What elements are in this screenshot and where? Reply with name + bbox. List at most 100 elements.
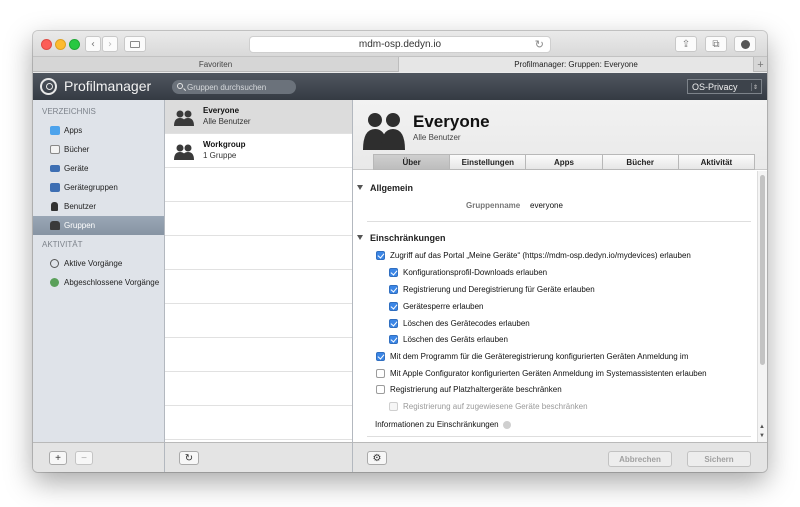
sidebar-item-devices[interactable]: Geräte	[33, 159, 164, 178]
group-name-label: Gruppenname	[466, 201, 521, 210]
sidebar-item-active-tasks[interactable]: Aktive Vorgänge	[33, 254, 164, 273]
group-list-footer: ↻	[165, 442, 353, 472]
tab-activity[interactable]: Aktivität	[678, 154, 756, 170]
checkbox[interactable]	[389, 302, 398, 311]
sidebar-item-books[interactable]: Bücher	[33, 140, 164, 159]
check-icon	[50, 278, 59, 287]
close-window-button[interactable]	[41, 39, 52, 50]
section-heading: Einschränkungen	[370, 233, 446, 243]
vertical-scrollbar[interactable]: ▲ ▼	[757, 171, 767, 442]
browser-window: ‹ › mdm-osp.dedyn.io ↻ ⇪ ⧉ Favoriten Pro…	[33, 31, 767, 472]
select-arrows-icon: ⇕	[751, 83, 759, 91]
restrictions-info[interactable]: Informationen zu Einschränkungen	[375, 420, 511, 429]
tab-apps[interactable]: Apps	[526, 154, 603, 170]
option-assigned-devices: Registrierung auf zugewiesene Geräte bes…	[389, 402, 588, 411]
cancel-button[interactable]: Abbrechen	[608, 451, 672, 467]
detail-subtitle: Alle Benutzer	[413, 133, 461, 142]
empty-row	[165, 406, 352, 440]
downloads-button[interactable]	[734, 36, 756, 52]
checkbox[interactable]	[376, 352, 385, 361]
group-subtitle: Alle Benutzer	[203, 117, 251, 126]
remove-button[interactable]: −	[75, 451, 93, 465]
add-button[interactable]: +	[49, 451, 67, 465]
tabs-overview-button[interactable]: ⧉	[705, 36, 727, 52]
address-bar[interactable]: mdm-osp.dedyn.io ↻	[249, 36, 551, 53]
divider	[367, 436, 751, 437]
sidebar-section-directory: VERZEICHNIS	[42, 107, 96, 116]
list-item-everyone[interactable]: Everyone Alle Benutzer	[165, 100, 352, 134]
detail-footer: ⚙ Abbrechen Sichern	[353, 442, 767, 472]
refresh-button[interactable]: ↻	[179, 451, 199, 465]
sidebar-section-activity: AKTIVITÄT	[42, 240, 83, 249]
option-dep-login[interactable]: Mit dem Programm für die Geräteregistrie…	[376, 352, 688, 361]
tab-favorites[interactable]: Favoriten	[33, 57, 399, 72]
tab-label: Profilmanager: Gruppen: Everyone	[514, 60, 638, 69]
checkbox[interactable]	[376, 251, 385, 260]
checkbox[interactable]	[376, 369, 385, 378]
group-subtitle: 1 Gruppe	[203, 151, 237, 160]
share-button[interactable]: ⇪	[675, 36, 697, 52]
option-placeholder-devices[interactable]: Registrierung auf Platzhaltergeräte besc…	[376, 385, 562, 394]
sidebar-item-apps[interactable]: Apps	[33, 121, 164, 140]
sidebar-item-users[interactable]: Benutzer	[33, 197, 164, 216]
clock-icon	[50, 259, 59, 268]
group-icon	[174, 144, 194, 160]
option-label: Konfigurationsprofil-Downloads erlauben	[403, 268, 548, 277]
scroll-up-icon[interactable]: ▲	[759, 424, 765, 430]
section-restrictions[interactable]: Einschränkungen	[357, 233, 446, 243]
sidebar-item-label: Apps	[64, 126, 83, 135]
list-item-workgroup[interactable]: Workgroup 1 Gruppe	[165, 134, 352, 168]
new-tab-button[interactable]: +	[753, 57, 767, 72]
option-device-lock[interactable]: Gerätesperre erlauben	[389, 302, 484, 311]
sidebar-item-label: Abgeschlossene Vorgänge	[64, 278, 160, 287]
option-portal-access[interactable]: Zugriff auf das Portal „Meine Geräte“ (h…	[376, 251, 691, 260]
sidebar-item-label: Aktive Vorgänge	[64, 259, 123, 268]
sidebar-item-groups[interactable]: Gruppen	[33, 216, 164, 235]
save-button[interactable]: Sichern	[687, 451, 751, 467]
checkbox[interactable]	[389, 285, 398, 294]
checkbox[interactable]	[389, 335, 398, 344]
section-general[interactable]: Allgemein	[357, 183, 413, 193]
books-icon	[50, 145, 60, 154]
scrollbar-thumb[interactable]	[760, 175, 765, 365]
sidebar-toggle-button[interactable]	[124, 36, 146, 52]
option-profile-downloads[interactable]: Konfigurationsprofil-Downloads erlauben	[389, 268, 547, 277]
zoom-window-button[interactable]	[69, 39, 80, 50]
minimize-window-button[interactable]	[55, 39, 66, 50]
refresh-icon: ↻	[184, 452, 194, 464]
share-icon: ⇪	[681, 38, 691, 50]
gear-icon: ⚙	[372, 452, 382, 464]
reload-icon[interactable]: ↻	[535, 38, 544, 51]
tab-about[interactable]: Über	[373, 154, 451, 170]
option-enrollment[interactable]: Registrierung und Deregistrierung für Ge…	[389, 285, 595, 294]
sidebar-item-completed-tasks[interactable]: Abgeschlossene Vorgänge	[33, 273, 164, 292]
option-label: Registrierung und Deregistrierung für Ge…	[403, 285, 595, 294]
option-apple-configurator[interactable]: Mit Apple Configurator konfigurierten Ge…	[376, 369, 707, 378]
back-button[interactable]: ‹	[85, 36, 101, 52]
option-clear-passcode[interactable]: Löschen des Gerätecodes erlauben	[389, 319, 530, 328]
forward-button[interactable]: ›	[102, 36, 118, 52]
option-wipe-device[interactable]: Löschen des Geräts erlauben	[389, 335, 508, 344]
sidebar-item-label: Bücher	[64, 145, 90, 154]
group-search-input[interactable]: Gruppen durchsuchen	[172, 80, 296, 94]
checkbox[interactable]	[389, 319, 398, 328]
checkbox[interactable]	[389, 268, 398, 277]
apps-icon	[50, 126, 60, 135]
tab-books[interactable]: Bücher	[602, 154, 679, 170]
chevron-left-icon: ‹	[91, 38, 95, 50]
sidebar-item-device-groups[interactable]: Gerätegruppen	[33, 178, 164, 197]
browser-toolbar: ‹ › mdm-osp.dedyn.io ↻ ⇪ ⧉	[33, 31, 767, 57]
info-icon[interactable]	[502, 420, 511, 429]
tab-profile-manager[interactable]: Profilmanager: Gruppen: Everyone	[399, 57, 753, 72]
tab-settings[interactable]: Einstellungen	[450, 154, 527, 170]
checkbox[interactable]	[376, 385, 385, 394]
section-heading: Allgemein	[370, 183, 414, 193]
empty-row	[165, 338, 352, 372]
device-group-icon	[50, 183, 60, 192]
scroll-down-icon[interactable]: ▼	[759, 433, 765, 439]
sidebar-footer: + −	[33, 442, 165, 472]
profile-manager-logo-icon	[40, 78, 57, 95]
sidebar: VERZEICHNIS Apps Bücher Geräte Gerätegru…	[33, 100, 165, 442]
org-select[interactable]: OS-Privacy ⇕	[687, 79, 762, 94]
settings-button[interactable]: ⚙	[367, 451, 387, 465]
